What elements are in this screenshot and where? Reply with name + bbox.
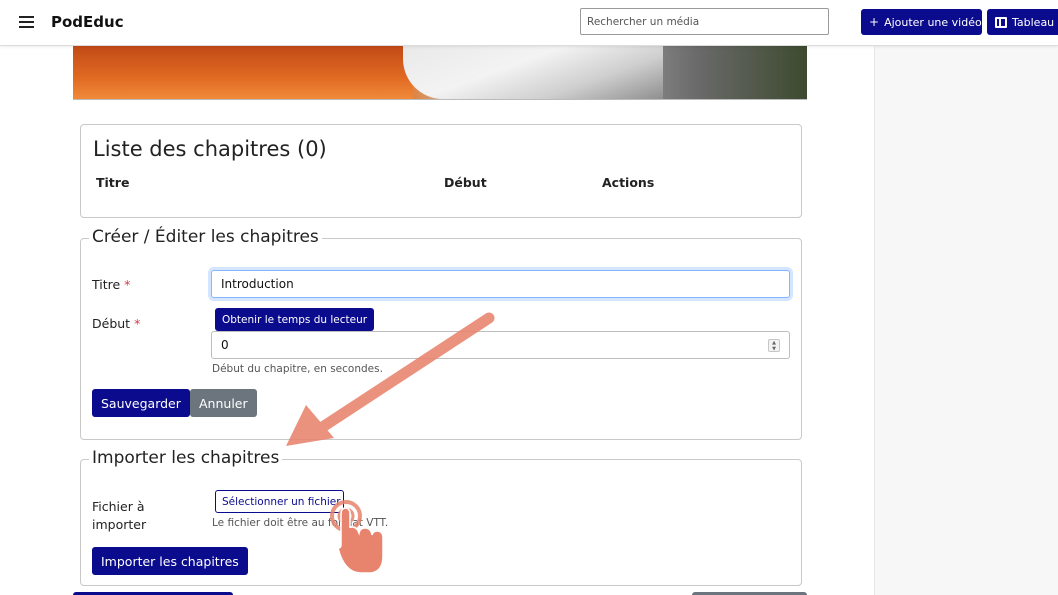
chapters-list-title: Liste des chapitres (0) bbox=[93, 137, 327, 161]
import-chapters-legend: Importer les chapitres bbox=[89, 448, 283, 468]
search-input[interactable] bbox=[580, 8, 829, 35]
title-label: Titre * bbox=[92, 277, 130, 292]
start-label: Début * bbox=[92, 316, 140, 331]
divider bbox=[73, 99, 807, 100]
start-label-text: Début bbox=[92, 316, 131, 331]
chapters-list-card: Liste des chapitres (0) Titre Début Acti… bbox=[80, 124, 802, 218]
right-sidebar bbox=[874, 46, 1058, 595]
dashboard-label: Tableau bbox=[1012, 15, 1055, 29]
banner-orange-area bbox=[73, 46, 413, 99]
required-mark: * bbox=[124, 277, 131, 292]
required-mark: * bbox=[134, 316, 141, 331]
column-header-title: Titre bbox=[96, 175, 130, 190]
import-chapters-fieldset: Importer les chapitres Fichier à importe… bbox=[80, 448, 802, 586]
add-video-button[interactable]: + Ajouter une vidéo bbox=[861, 9, 982, 35]
file-label: Fichier à importer bbox=[92, 499, 147, 532]
get-player-time-button[interactable]: Obtenir le temps du lecteur bbox=[215, 308, 375, 331]
hamburger-icon[interactable] bbox=[19, 16, 34, 29]
start-help-text: Début du chapitre, en secondes. bbox=[212, 363, 383, 375]
title-label-text: Titre bbox=[92, 277, 121, 292]
film-icon bbox=[995, 16, 1007, 28]
number-spinner-icon[interactable]: ▲ ▼ bbox=[768, 339, 780, 352]
edit-chapter-fieldset: Créer / Éditer les chapitres Titre * Déb… bbox=[80, 227, 802, 440]
save-button[interactable]: Sauvegarder bbox=[92, 389, 190, 417]
chapter-start-input[interactable]: 0 ▲ ▼ bbox=[211, 331, 790, 359]
dashboard-button[interactable]: Tableau bbox=[987, 9, 1058, 35]
select-file-button[interactable]: Sélectionner un fichier bbox=[215, 490, 344, 513]
banner-paper-area bbox=[403, 46, 663, 99]
import-chapters-button[interactable]: Importer les chapitres bbox=[92, 547, 248, 575]
cancel-button[interactable]: Annuler bbox=[190, 389, 257, 417]
brand-logo[interactable]: PodEduc bbox=[51, 13, 124, 31]
file-help-text: Le fichier doit être au format VTT. bbox=[212, 517, 389, 529]
column-header-start: Début bbox=[444, 175, 487, 190]
chapter-start-value: 0 bbox=[221, 338, 229, 352]
video-thumbnail-banner bbox=[73, 46, 807, 99]
top-navbar: PodEduc + Ajouter une vidéo Tableau bbox=[0, 0, 1058, 46]
chapter-title-input[interactable] bbox=[211, 270, 790, 298]
plus-icon: + bbox=[869, 15, 880, 29]
edit-chapter-legend: Créer / Éditer les chapitres bbox=[89, 227, 322, 247]
column-header-actions: Actions bbox=[602, 175, 655, 190]
add-video-label: Ajouter une vidéo bbox=[884, 15, 982, 29]
